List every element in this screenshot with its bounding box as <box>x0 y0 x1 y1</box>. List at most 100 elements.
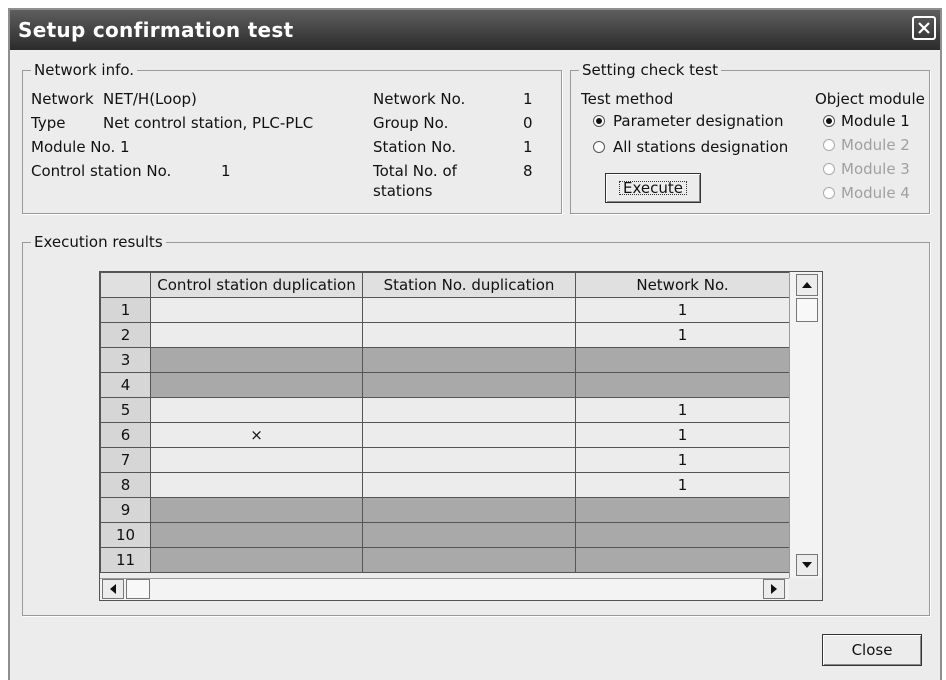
title-bar[interactable]: Setup confirmation test <box>10 10 940 50</box>
cell-control-station-duplication <box>150 372 363 398</box>
network-info-group: Network info. Network NET/H(Loop) Type N… <box>22 60 562 214</box>
cell-control-station-duplication <box>150 522 363 548</box>
horizontal-scrollbar[interactable] <box>100 578 789 600</box>
scroll-up-button[interactable] <box>796 274 818 296</box>
cell-control-station-duplication <box>150 447 363 473</box>
radio-label: Parameter designation <box>613 112 784 130</box>
horizontal-scroll-thumb[interactable] <box>126 579 150 599</box>
cell-station-no-duplication <box>362 447 576 473</box>
cell-network-no: 1 <box>575 447 790 473</box>
table-row[interactable]: 10 <box>100 522 790 548</box>
station-no-value: 1 <box>523 138 533 156</box>
column-header: Network No. <box>575 272 790 298</box>
radio-module-3: Module 3 <box>823 159 923 181</box>
radio-all-stations-designation[interactable]: All stations designation <box>593 137 805 159</box>
type-label: Type <box>31 114 66 132</box>
scroll-right-button[interactable] <box>763 579 785 599</box>
cell-control-station-duplication: × <box>150 422 363 448</box>
network-label: Network <box>31 90 94 108</box>
arrow-up-icon <box>802 282 812 288</box>
radio-label: Module 2 <box>841 136 910 154</box>
scroll-left-button[interactable] <box>102 579 124 599</box>
row-number: 10 <box>100 522 151 548</box>
table-row[interactable]: 51 <box>100 397 790 423</box>
column-header: Station No. duplication <box>362 272 576 298</box>
cell-control-station-duplication <box>150 322 363 348</box>
table-row[interactable]: 9 <box>100 497 790 523</box>
table-row[interactable]: 71 <box>100 447 790 473</box>
cell-network-no: 1 <box>575 297 790 323</box>
setting-check-group: Setting check test Test method Parameter… <box>570 60 930 214</box>
network-no-value: 1 <box>523 90 533 108</box>
row-number: 7 <box>100 447 151 473</box>
row-number: 8 <box>100 472 151 498</box>
radio-unselected-icon <box>593 141 605 153</box>
radio-label: All stations designation <box>613 138 789 156</box>
dialog-title: Setup confirmation test <box>18 18 294 42</box>
cell-network-no: 1 <box>575 322 790 348</box>
cell-network-no: 1 <box>575 472 790 498</box>
execute-button[interactable]: Execute <box>605 173 701 203</box>
cell-station-no-duplication <box>362 397 576 423</box>
radio-parameter-designation[interactable]: Parameter designation <box>593 111 799 133</box>
cell-station-no-duplication <box>362 322 576 348</box>
network-no-label: Network No. <box>373 90 466 108</box>
results-grid[interactable]: Control station duplication Station No. … <box>99 271 823 601</box>
cell-network-no <box>575 497 790 523</box>
row-number: 1 <box>100 297 151 323</box>
radio-selected-icon <box>823 115 835 127</box>
radio-module-1[interactable]: Module 1 <box>823 111 923 133</box>
table-row[interactable]: 4 <box>100 372 790 398</box>
table-row[interactable]: 6 × 1 <box>100 422 790 448</box>
total-stations-label-line2: stations <box>373 182 433 200</box>
row-number: 4 <box>100 372 151 398</box>
table-row[interactable]: 81 <box>100 472 790 498</box>
close-icon[interactable] <box>912 16 936 40</box>
scroll-thumb[interactable] <box>796 298 818 322</box>
execute-button-label: Execute <box>615 177 691 199</box>
test-method-label: Test method <box>581 90 674 108</box>
object-module-label: Object module <box>815 90 925 108</box>
cell-control-station-duplication <box>150 497 363 523</box>
cell-control-station-duplication <box>150 297 363 323</box>
column-header: Control station duplication <box>150 272 363 298</box>
cell-network-no <box>575 522 790 548</box>
arrow-right-icon <box>771 584 777 594</box>
close-button[interactable]: Close <box>822 634 922 666</box>
arrow-down-icon <box>802 562 812 568</box>
radio-label: Module 1 <box>841 112 910 130</box>
cell-control-station-duplication <box>150 472 363 498</box>
setup-confirmation-dialog: Setup confirmation test Network info. Ne… <box>8 8 942 680</box>
cell-station-no-duplication <box>362 422 576 448</box>
row-number: 9 <box>100 497 151 523</box>
vertical-scrollbar[interactable] <box>789 272 822 578</box>
total-stations-value: 8 <box>523 162 533 180</box>
station-no-label: Station No. <box>373 138 456 156</box>
cell-station-no-duplication <box>362 347 576 373</box>
execution-results-legend: Execution results <box>31 232 166 252</box>
cell-station-no-duplication <box>362 522 576 548</box>
table-row[interactable]: 3 <box>100 347 790 373</box>
cell-network-no: 1 <box>575 397 790 423</box>
results-table: Control station duplication Station No. … <box>100 272 790 573</box>
table-row[interactable]: 21 <box>100 322 790 348</box>
network-info-legend: Network info. <box>31 60 138 80</box>
row-number: 11 <box>100 547 151 573</box>
network-value: NET/H(Loop) <box>103 90 197 108</box>
table-row[interactable]: 11 <box>100 547 790 573</box>
cell-control-station-duplication <box>150 347 363 373</box>
radio-module-4: Module 4 <box>823 183 923 205</box>
scroll-down-button[interactable] <box>796 554 818 576</box>
row-number: 6 <box>100 422 151 448</box>
group-no-value: 0 <box>523 114 533 132</box>
row-number: 3 <box>100 347 151 373</box>
control-station-value: 1 <box>221 162 231 180</box>
cell-station-no-duplication <box>362 372 576 398</box>
cell-network-no: 1 <box>575 422 790 448</box>
row-number: 5 <box>100 397 151 423</box>
close-button-label: Close <box>851 641 893 659</box>
cell-network-no <box>575 372 790 398</box>
table-row[interactable]: 11 <box>100 297 790 323</box>
arrow-left-icon <box>110 584 116 594</box>
row-number: 2 <box>100 322 151 348</box>
